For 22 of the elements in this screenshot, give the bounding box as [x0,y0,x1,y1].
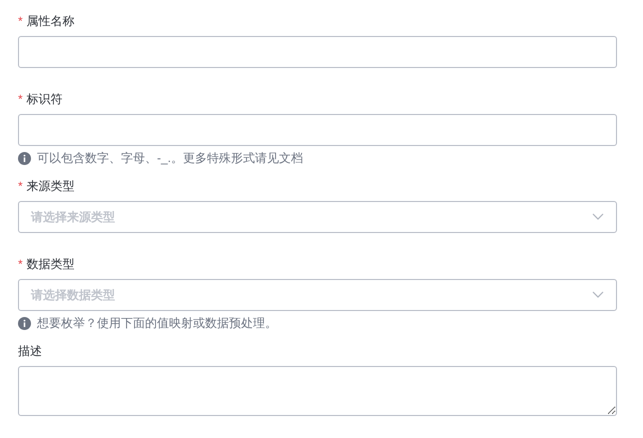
info-icon [18,316,31,330]
field-label: 来源类型 [26,178,75,195]
required-mark: * [18,93,23,105]
required-mark: * [18,180,23,192]
select-placeholder: 请选择来源类型 [31,209,115,226]
select-field[interactable]: 请选择数据类型 [18,279,617,311]
text-input[interactable] [18,36,617,68]
field-label: 数据类型 [26,256,75,273]
text-input[interactable] [18,114,617,146]
chevron-down-icon [592,291,604,299]
required-mark: * [18,258,23,270]
select-placeholder: 请选择数据类型 [31,287,115,304]
required-mark: * [18,15,23,27]
field-label: 属性名称 [26,13,75,30]
select-field[interactable]: 请选择来源类型 [18,201,617,233]
info-icon [18,152,31,164]
description-textarea[interactable] [18,366,617,416]
chevron-down-icon [592,213,604,221]
field-label: 标识符 [26,91,63,108]
help-text: 可以包含数字、字母、-_.。更多特殊形式请见文档 [37,150,304,167]
field-label: 描述 [18,343,42,360]
help-text: 想要枚举？使用下面的值映射或数据预处理。 [37,315,277,332]
